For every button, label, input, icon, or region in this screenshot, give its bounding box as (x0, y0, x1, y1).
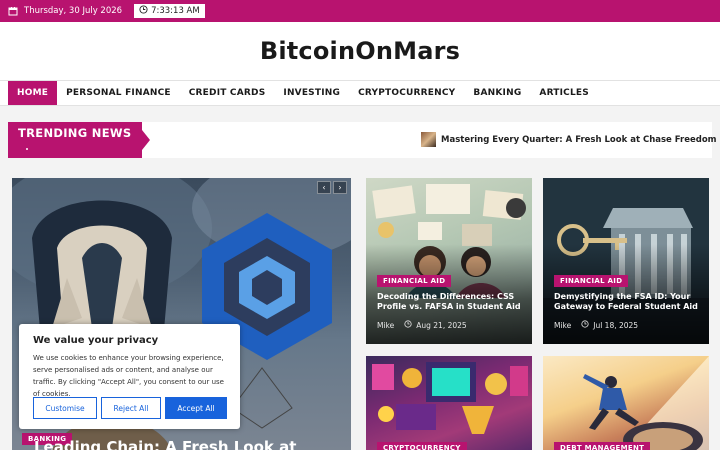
chevron-right-icon[interactable]: › (333, 181, 347, 194)
trending-headline[interactable]: Mastering Every Quarter: A Fresh Look at… (441, 135, 717, 145)
nav-item-articles[interactable]: ARTICLES (530, 81, 598, 105)
trending-arrow (142, 130, 150, 150)
clock-icon (581, 320, 589, 330)
trending-thumbnail (421, 132, 436, 147)
clock-icon (139, 5, 148, 17)
customise-button[interactable]: Customise (33, 397, 97, 419)
post-title[interactable]: Decoding the Differences: CSS Profile vs… (377, 292, 527, 312)
current-date: Thursday, 30 July 2026 (24, 6, 123, 16)
clock-icon (404, 320, 412, 330)
slider-controls: ‹ › (317, 181, 347, 194)
trending-item[interactable]: Mastering Every Quarter: A Fresh Look at… (421, 132, 717, 147)
post-category-badge[interactable]: CRYPTOCURRENCY (377, 442, 467, 450)
cookie-consent-banner: We value your privacy We use cookies to … (19, 324, 240, 429)
post-card[interactable]: FINANCIAL AID Decoding the Differences: … (366, 178, 532, 344)
post-author[interactable]: Mike (377, 321, 394, 330)
cookie-heading: We value your privacy (33, 335, 159, 346)
trending-bar: TRENDING NEWS Mastering Every Quarter: A… (8, 122, 717, 158)
featured-title[interactable]: Leading Chain: A Fresh Look at (34, 438, 296, 450)
post-card[interactable]: FINANCIAL AID Demystifying the FSA ID: Y… (543, 178, 709, 344)
nav-item-cryptocurrency[interactable]: CRYPTOCURRENCY (349, 81, 464, 105)
post-title[interactable]: Demystifying the FSA ID: Your Gateway to… (554, 292, 704, 312)
post-meta: Mike Jul 18, 2025 (554, 320, 638, 330)
nav-item-banking[interactable]: BANKING (464, 81, 530, 105)
cookie-body: We use cookies to enhance your browsing … (33, 354, 224, 398)
trending-label: TRENDING NEWS (8, 122, 142, 158)
post-meta: Mike Aug 21, 2025 (377, 320, 467, 330)
reject-all-button[interactable]: Reject All (101, 397, 161, 419)
post-category-badge[interactable]: DEBT MANAGEMENT (554, 442, 651, 450)
top-bar: Thursday, 30 July 2026 7:33:13 AM (0, 0, 720, 22)
cookie-buttons: Customise Reject All Accept All (33, 397, 227, 419)
nav-item-investing[interactable]: INVESTING (274, 81, 349, 105)
site-header: BitcoinOnMars (0, 22, 720, 80)
post-date: Aug 21, 2025 (416, 320, 467, 330)
post-date: Jul 18, 2025 (593, 320, 639, 330)
nav-item-home[interactable]: HOME (8, 81, 58, 105)
post-image (583, 356, 709, 450)
nav-item-credit-cards[interactable]: CREDIT CARDS (180, 81, 275, 105)
post-image (372, 362, 528, 434)
nav-item-personal-finance[interactable]: PERSONAL FINANCE (57, 81, 180, 105)
trending-dot (26, 148, 28, 150)
post-category-badge[interactable]: FINANCIAL AID (554, 275, 629, 287)
post-card[interactable]: CRYPTOCURRENCY (366, 356, 532, 450)
site-title[interactable]: BitcoinOnMars (260, 37, 460, 65)
time-box: 7:33:13 AM (134, 4, 205, 18)
post-category-badge[interactable]: FINANCIAL AID (377, 275, 452, 287)
calendar-icon (8, 6, 18, 16)
post-author[interactable]: Mike (554, 321, 571, 330)
current-time: 7:33:13 AM (151, 6, 200, 16)
accept-all-button[interactable]: Accept All (165, 397, 227, 419)
post-card[interactable]: DEBT MANAGEMENT (543, 356, 709, 450)
main-nav: HOME PERSONAL FINANCE CREDIT CARDS INVES… (0, 80, 720, 106)
chevron-left-icon[interactable]: ‹ (317, 181, 331, 194)
